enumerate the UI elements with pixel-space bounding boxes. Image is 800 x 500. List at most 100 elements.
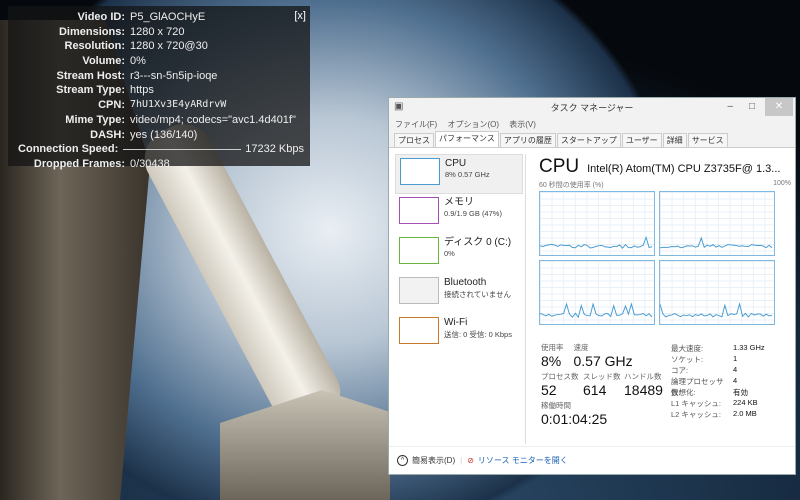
- resource-thumbnail: [399, 317, 439, 344]
- stat-row: Stream Type: https: [14, 83, 304, 98]
- spec-row: 仮想化: 有効: [671, 387, 765, 398]
- stat-value: 0%: [130, 54, 304, 69]
- tab-bar: プロセス パフォーマンス アプリの履歴 スタートアップ ユーザー 詳細 サービス: [389, 131, 795, 148]
- stat-row: Video ID: P5_GlAOCHyE: [14, 10, 304, 25]
- cpu-specs: 最大速度: 1.33 GHz ソケット: 1 コア: 4 論理プロセッサ数: 4 仮想化: 有効 L…: [671, 343, 765, 420]
- spec-row: 論理プロセッサ数: 4: [671, 376, 765, 387]
- resource-item[interactable]: Wi-Fi 送信: 0 受信: 0 Kbps: [395, 314, 523, 354]
- stat-row: Stream Host: r3---sn-5n5ip-ioqe: [14, 69, 304, 84]
- usage-line: [540, 237, 652, 248]
- spec-value: 4: [733, 376, 737, 387]
- stat-value-text: r3---sn-5n5ip-ioqe: [130, 70, 217, 82]
- stat-value: yes (136/140): [130, 128, 304, 143]
- window-title: タスク マネージャー: [551, 103, 634, 113]
- core-graph: [539, 191, 655, 256]
- core-graph: [539, 260, 655, 325]
- stat-key: Connection Speed:: [14, 142, 123, 157]
- tab-app-history[interactable]: アプリの履歴: [500, 133, 556, 147]
- handles-value: 18489: [624, 382, 663, 398]
- tab-users[interactable]: ユーザー: [622, 133, 662, 147]
- spec-row: L1 キャッシュ: 224 KB: [671, 398, 765, 409]
- stat-row: Connection Speed: 17232 Kbps: [14, 142, 304, 157]
- stat-value-text: yes (136/140): [130, 129, 197, 141]
- threads-label: スレッド数: [583, 371, 624, 382]
- stat-value-text: 0%: [130, 55, 146, 67]
- spec-row: コア: 4: [671, 365, 765, 376]
- stat-key: Volume:: [14, 54, 130, 69]
- stat-value: r3---sn-5n5ip-ioqe: [130, 69, 304, 84]
- resource-thumbnail: [399, 277, 439, 304]
- stat-value: video/mp4; codecs="avc1.4d401f": [130, 113, 304, 128]
- spec-key: L2 キャッシュ:: [671, 409, 733, 420]
- stat-key: Stream Host:: [14, 69, 130, 84]
- stat-value: 7hU1Xv3E4yARdrvW: [130, 98, 304, 113]
- resource-title: Wi-Fi: [444, 317, 512, 329]
- stat-key: CPN:: [14, 98, 130, 113]
- resource-title: ディスク 0 (C:): [444, 237, 511, 249]
- stat-key: DASH:: [14, 128, 130, 143]
- resource-title: CPU: [445, 158, 490, 170]
- stat-key: Mime Type:: [14, 113, 130, 128]
- spec-key: 最大速度:: [671, 343, 733, 354]
- title-bar[interactable]: ▣ タスク マネージャー – □ ✕: [389, 98, 795, 118]
- cpu-heading: CPU: [539, 156, 579, 178]
- stat-row: Volume: 0%: [14, 54, 304, 69]
- stat-key: Dimensions:: [14, 25, 130, 40]
- divider: [525, 154, 526, 444]
- stat-value-text: 0/30438: [130, 158, 170, 170]
- speed-value: 0.57 GHz: [574, 353, 633, 369]
- stat-value: 1280 x 720@30: [130, 39, 304, 54]
- stat-row: CPN: 7hU1Xv3E4yARdrvW: [14, 98, 304, 113]
- minimize-button[interactable]: –: [727, 98, 733, 116]
- stat-value: 0/30438: [130, 157, 304, 172]
- resource-thumbnail: [399, 197, 439, 224]
- stat-row: Resolution: 1280 x 720@30: [14, 39, 304, 54]
- menu-view[interactable]: 表示(V): [509, 120, 536, 129]
- spec-row: L2 キャッシュ: 2.0 MB: [671, 409, 765, 420]
- menu-options[interactable]: オプション(O): [447, 120, 499, 129]
- stat-value-text: 7hU1Xv3E4yARdrvW: [130, 99, 226, 110]
- stat-row: DASH: yes (136/140): [14, 128, 304, 143]
- threads-value: 614: [583, 382, 624, 398]
- util-label: 使用率: [541, 342, 564, 353]
- close-button[interactable]: ✕: [765, 98, 793, 116]
- maximize-button[interactable]: □: [749, 98, 755, 116]
- resource-list: CPU 8% 0.57 GHz メモリ 0.9/1.9 GB (47%) ディスク 0 …: [395, 154, 523, 354]
- spec-key: ソケット:: [671, 354, 733, 365]
- stat-value-text: 1280 x 720: [130, 26, 184, 38]
- resource-subtitle: 0.9/1.9 GB (47%): [444, 209, 502, 218]
- tab-performance[interactable]: パフォーマンス: [435, 131, 499, 147]
- proc-label: プロセス数: [541, 371, 583, 382]
- proc-value: 52: [541, 382, 583, 398]
- tab-services[interactable]: サービス: [688, 133, 728, 147]
- graph-max: 100%: [773, 180, 791, 190]
- fewer-details-button[interactable]: 簡易表示(D): [412, 455, 455, 466]
- footer: ^ 簡易表示(D) | ⊘ リソース モニターを開く: [389, 446, 795, 474]
- tab-startup[interactable]: スタートアップ: [557, 133, 621, 147]
- stat-value-text: 1280 x 720@30: [130, 40, 208, 52]
- resource-subtitle: 接続されていません: [444, 289, 511, 300]
- spec-row: ソケット: 1: [671, 354, 765, 365]
- menu-file[interactable]: ファイル(F): [395, 120, 437, 129]
- open-resource-monitor-link[interactable]: リソース モニターを開く: [478, 455, 568, 466]
- stat-value: https: [130, 83, 304, 98]
- resource-thumbnail: [400, 158, 440, 185]
- resource-item[interactable]: CPU 8% 0.57 GHz: [395, 154, 523, 194]
- usage-line: [660, 238, 772, 248]
- chevron-up-icon[interactable]: ^: [397, 455, 408, 466]
- cpu-model: Intel(R) Atom(TM) CPU Z3735F@ 1.3...: [587, 163, 780, 175]
- app-icon: ▣: [394, 98, 403, 116]
- core-graph: [659, 260, 775, 325]
- cpu-graphs: [539, 191, 791, 325]
- spec-value: 1.33 GHz: [733, 343, 765, 354]
- stat-value-text: https: [130, 84, 154, 96]
- resource-item[interactable]: ディスク 0 (C:) 0%: [395, 234, 523, 274]
- task-manager-window: ▣ タスク マネージャー – □ ✕ ファイル(F) オプション(O) 表示(V…: [388, 97, 796, 475]
- tab-processes[interactable]: プロセス: [394, 133, 434, 147]
- stat-value-text: 17232 Kbps: [245, 143, 304, 155]
- tab-details[interactable]: 詳細: [663, 133, 687, 147]
- close-stats-button[interactable]: [x]: [294, 10, 306, 22]
- spec-value: 4: [733, 365, 737, 376]
- resource-item[interactable]: Bluetooth 接続されていません: [395, 274, 523, 314]
- resource-item[interactable]: メモリ 0.9/1.9 GB (47%): [395, 194, 523, 234]
